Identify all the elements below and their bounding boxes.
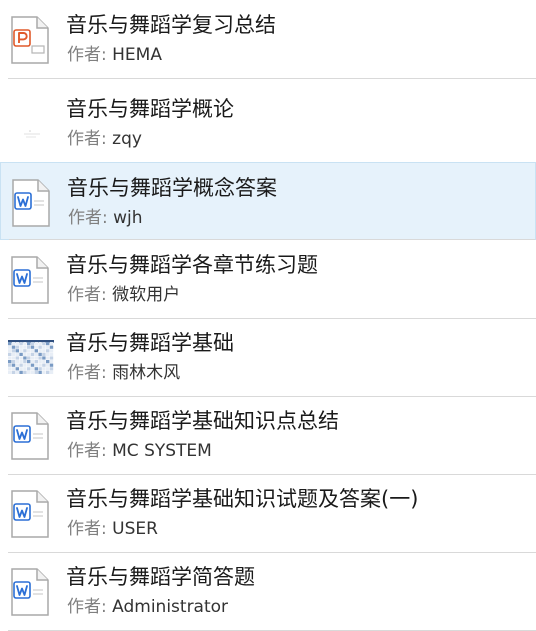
list-item-1[interactable]: 音乐与舞蹈学复习总结 作者: HEMA [0,0,536,79]
list-item-3[interactable]: 音乐与舞蹈学概念答案 作者: wjh [0,162,536,240]
author-name: 微软用户 [112,285,181,305]
list-item-7[interactable]: 音乐与舞蹈学基础知识试题及答案(一) 作者: USER [0,474,536,553]
ppt-file-icon [10,16,50,64]
document-author: 作者: 雨林木风 [67,362,180,384]
list-item-8[interactable]: 音乐与舞蹈学简答题 作者: Administrator [0,552,536,631]
author-name: wjh [113,208,143,228]
word-file-icon [11,179,51,227]
document-title[interactable]: 音乐与舞蹈学复习总结 [66,12,276,38]
document-author: 作者: USER [67,518,158,540]
list-item-2[interactable]: 音乐与舞蹈学概论 作者: zqy [0,84,536,163]
author-prefix-label: 作者: [68,208,108,228]
faint-thumbnail-icon [10,100,50,148]
document-author: 作者: MC SYSTEM [67,440,212,462]
author-prefix-label: 作者: [67,129,107,149]
word-file-icon [10,256,50,304]
author-prefix-label: 作者: [67,285,107,305]
document-author: 作者: 微软用户 [67,284,180,306]
list-item-4[interactable]: 音乐与舞蹈学各章节练习题 作者: 微软用户 [0,240,536,319]
author-name: zqy [112,129,142,149]
author-name: 雨林木风 [112,363,181,383]
document-author: 作者: wjh [68,207,143,229]
word-file-icon [10,490,50,538]
author-name: MC SYSTEM [112,441,212,461]
document-author: 作者: zqy [67,128,142,150]
document-title[interactable]: 音乐与舞蹈学基础知识点总结 [66,408,339,434]
document-title[interactable]: 音乐与舞蹈学基础 [66,330,234,356]
author-name: USER [112,519,158,539]
document-title[interactable]: 音乐与舞蹈学概论 [66,96,234,122]
author-prefix-label: 作者: [67,45,107,65]
author-prefix-label: 作者: [67,519,107,539]
document-title[interactable]: 音乐与舞蹈学基础知识试题及答案(一) [66,486,418,512]
author-name: HEMA [112,45,162,65]
spreadsheet-thumbnail-icon [8,340,54,374]
document-author: 作者: HEMA [67,44,162,66]
document-title[interactable]: 音乐与舞蹈学概念答案 [67,175,277,201]
document-list: 音乐与舞蹈学复习总结 作者: HEMA 音乐与舞蹈学概论 作者: zqy 音乐与… [0,0,536,631]
word-file-icon [10,568,50,616]
author-prefix-label: 作者: [67,363,107,383]
list-item-6[interactable]: 音乐与舞蹈学基础知识点总结 作者: MC SYSTEM [0,396,536,475]
document-author: 作者: Administrator [67,596,228,618]
document-title[interactable]: 音乐与舞蹈学简答题 [66,564,255,590]
author-prefix-label: 作者: [67,441,107,461]
author-prefix-label: 作者: [67,597,107,617]
author-name: Administrator [112,597,229,617]
list-item-5[interactable]: 音乐与舞蹈学基础 作者: 雨林木风 [0,318,536,397]
word-file-icon [10,412,50,460]
row-divider [8,78,536,79]
document-title[interactable]: 音乐与舞蹈学各章节练习题 [66,252,318,278]
